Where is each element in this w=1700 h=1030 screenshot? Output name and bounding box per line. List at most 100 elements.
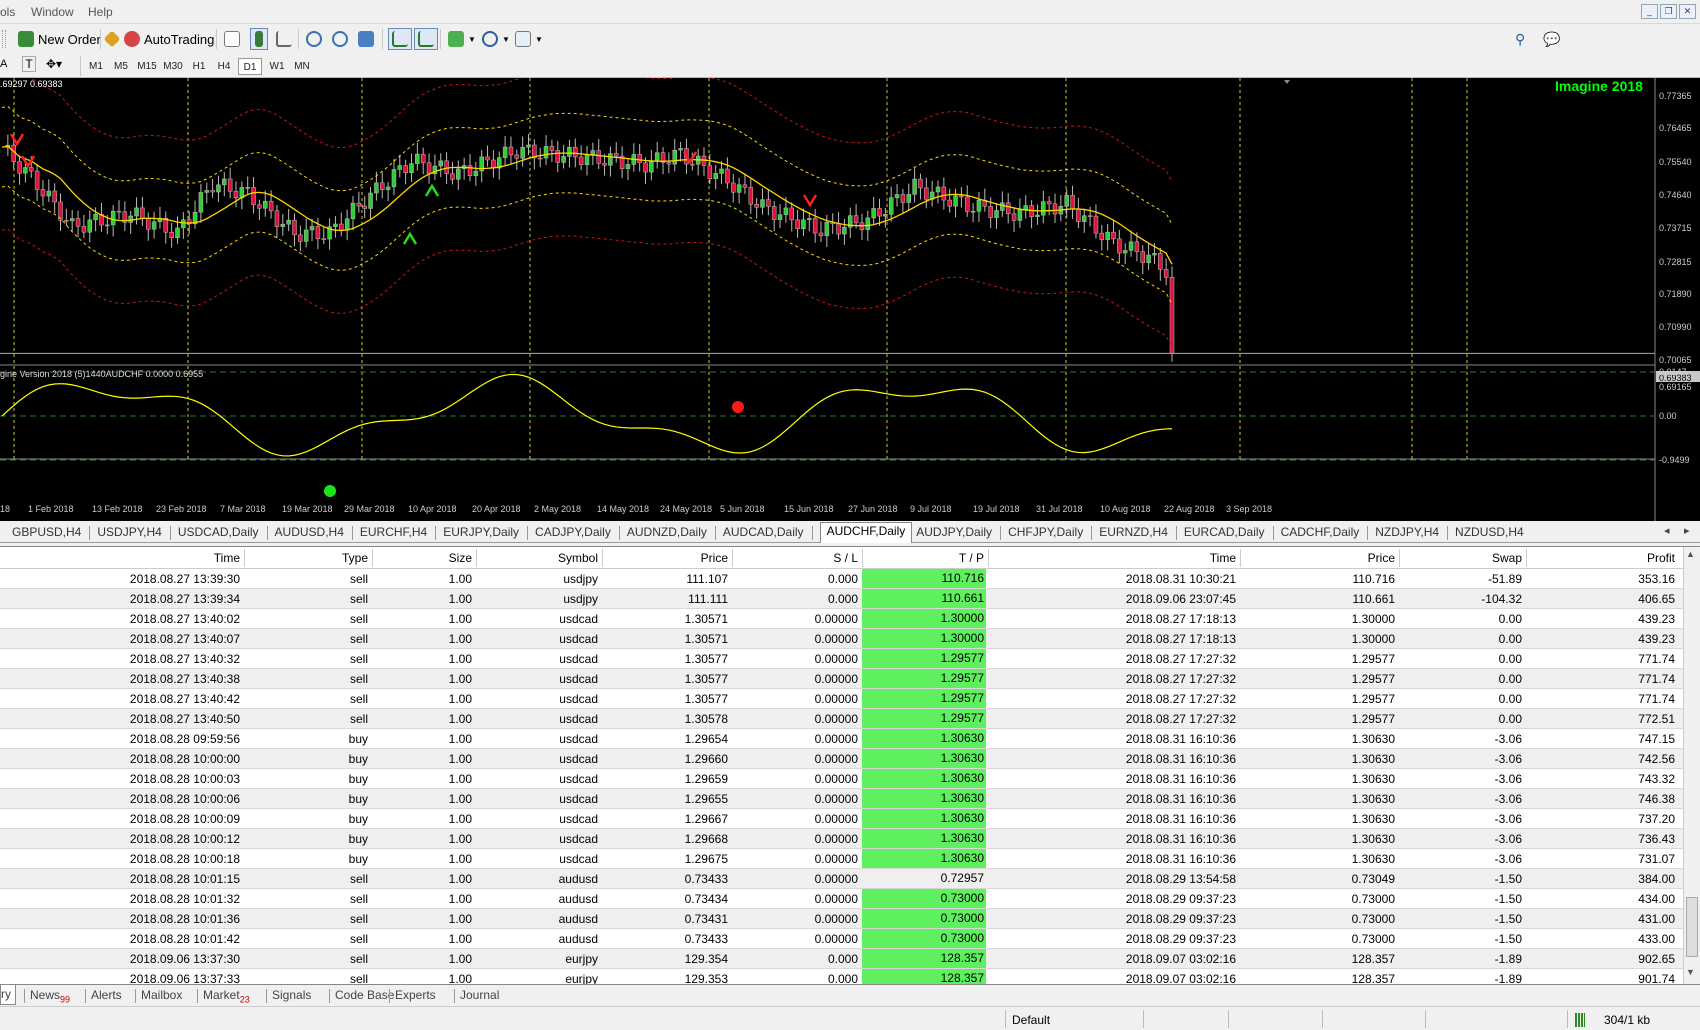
table-row[interactable]: 1.30630 2018.08.28 10:00:06 buy 1.00 usdcad 1… bbox=[0, 789, 1683, 809]
column-header[interactable]: Time bbox=[1210, 551, 1236, 565]
chart-tab[interactable]: CHFJPY,Daily bbox=[1008, 524, 1083, 542]
tile-windows-button[interactable] bbox=[358, 28, 378, 50]
chart-tab[interactable]: EURNZD,H4 bbox=[1099, 524, 1168, 542]
zoom-in-button[interactable] bbox=[306, 28, 326, 50]
table-row[interactable]: 1.29577 2018.08.27 13:40:38 sell 1.00 usdcad… bbox=[0, 669, 1683, 689]
search-button[interactable]: ⚲ bbox=[1515, 28, 1525, 50]
terminal-tab[interactable]: Mailbox bbox=[141, 988, 182, 1002]
arrows-icon[interactable]: ✥▾ bbox=[46, 57, 62, 71]
chart-tab[interactable]: EURCAD,Daily bbox=[1184, 524, 1265, 542]
table-row[interactable]: 110.661 2018.08.27 13:39:34 sell 1.00 usdjpy… bbox=[0, 589, 1683, 609]
table-row[interactable]: 110.716 2018.08.27 13:39:30 sell 1.00 usdjpy… bbox=[0, 569, 1683, 589]
table-row[interactable]: 1.30630 2018.08.28 10:00:09 buy 1.00 usdcad 1… bbox=[0, 809, 1683, 829]
table-row[interactable]: 1.30630 2018.08.28 09:59:56 buy 1.00 usdcad 1… bbox=[0, 729, 1683, 749]
metaeditor-button[interactable] bbox=[103, 28, 122, 50]
scroll-down-icon[interactable]: ▼ bbox=[1686, 967, 1695, 977]
table-row[interactable]: 1.29577 2018.08.27 13:40:42 sell 1.00 usdcad… bbox=[0, 689, 1683, 709]
timeframe-m5[interactable]: M5 bbox=[109, 58, 133, 75]
candle-body bbox=[502, 146, 508, 158]
minimize-icon[interactable]: _ bbox=[1641, 4, 1658, 19]
terminal-tab[interactable]: Journal bbox=[460, 988, 499, 1002]
line-chart-button[interactable] bbox=[276, 28, 296, 50]
zoom-out-button[interactable] bbox=[332, 28, 352, 50]
table-row[interactable]: 1.30000 2018.08.27 13:40:07 sell 1.00 usdcad… bbox=[0, 629, 1683, 649]
timeframe-mn[interactable]: MN bbox=[290, 58, 314, 75]
timeframe-d1[interactable]: D1 bbox=[238, 58, 262, 75]
scroll-up-icon[interactable]: ▲ bbox=[1686, 549, 1695, 559]
chart-tab[interactable]: AUDCAD,Daily bbox=[723, 524, 804, 542]
chart-shift-button[interactable] bbox=[388, 28, 412, 50]
price-chart[interactable]: 0.77365 0.76465 0.75540 0.74640 0.73715 0.728… bbox=[0, 78, 1700, 521]
chart-tab[interactable]: NZDUSD,H4 bbox=[1455, 524, 1524, 542]
column-header[interactable]: Size bbox=[449, 551, 472, 565]
text-tool-icon[interactable]: A bbox=[0, 58, 7, 70]
menu-item-window[interactable]: Window bbox=[31, 5, 74, 19]
chart-tab[interactable]: USDCAD,Daily bbox=[178, 524, 259, 542]
table-row[interactable]: 1.30630 2018.08.28 10:00:03 buy 1.00 usdcad 1… bbox=[0, 769, 1683, 789]
column-header[interactable]: Price bbox=[701, 551, 728, 565]
column-header[interactable]: S / L bbox=[833, 551, 858, 565]
bar-chart-button[interactable] bbox=[224, 28, 244, 50]
terminal-tab[interactable]: Alerts bbox=[91, 988, 122, 1002]
table-row[interactable]: 1.30000 2018.08.27 13:40:02 sell 1.00 usdcad… bbox=[0, 609, 1683, 629]
chart-tab[interactable]: AUDCHF,Daily bbox=[819, 522, 913, 543]
terminal-tab[interactable]: News99 bbox=[30, 988, 70, 1004]
column-header[interactable]: Type bbox=[342, 551, 368, 565]
terminal-tab[interactable]: Signals bbox=[272, 988, 311, 1002]
terminal-tab[interactable]: Experts bbox=[395, 988, 436, 1002]
tab-scroll-right-icon[interactable]: ▸ bbox=[1684, 524, 1690, 537]
timeframe-m1[interactable]: M1 bbox=[84, 58, 108, 75]
close-icon[interactable]: ✕ bbox=[1679, 4, 1696, 19]
table-row[interactable]: 1.30630 2018.08.28 10:00:00 buy 1.00 usdcad 1… bbox=[0, 749, 1683, 769]
timeframe-w1[interactable]: W1 bbox=[265, 58, 289, 75]
table-row[interactable]: 0.72957 2018.08.28 10:01:15 sell 1.00 audusd… bbox=[0, 869, 1683, 889]
chart-tab[interactable]: AUDJPY,Daily bbox=[916, 524, 992, 542]
terminal-tab[interactable]: Code Base bbox=[335, 988, 394, 1002]
table-row[interactable]: 1.30630 2018.08.28 10:00:18 buy 1.00 usdcad 1… bbox=[0, 849, 1683, 869]
indicators-button[interactable]: ▼ bbox=[448, 28, 476, 50]
chart-tab[interactable]: EURJPY,Daily bbox=[443, 524, 519, 542]
chart-tab[interactable]: CADCHF,Daily bbox=[1281, 524, 1360, 542]
column-header[interactable]: Profit bbox=[1647, 551, 1675, 565]
periods-button[interactable]: ▼ bbox=[482, 28, 510, 50]
timeframe-h4[interactable]: H4 bbox=[212, 58, 236, 75]
column-header[interactable]: Swap bbox=[1492, 551, 1522, 565]
table-row[interactable]: 0.73000 2018.08.28 10:01:32 sell 1.00 audusd… bbox=[0, 889, 1683, 909]
restore-icon[interactable]: ❐ bbox=[1660, 4, 1677, 19]
table-row[interactable]: 1.29577 2018.08.27 13:40:32 sell 1.00 usdcad… bbox=[0, 649, 1683, 669]
templates-button[interactable]: ▼ bbox=[515, 28, 543, 50]
chart-tab[interactable]: USDJPY,H4 bbox=[97, 524, 161, 542]
table-row[interactable]: 0.73000 2018.08.28 10:01:42 sell 1.00 audusd… bbox=[0, 929, 1683, 949]
table-row[interactable]: 128.357 2018.09.06 13:37:30 sell 1.00 eurjpy… bbox=[0, 949, 1683, 969]
column-header[interactable]: Price bbox=[1368, 551, 1395, 565]
column-header[interactable]: Time bbox=[214, 551, 240, 565]
chart-tab[interactable]: EURCHF,H4 bbox=[360, 524, 427, 542]
menu-item-help[interactable]: Help bbox=[88, 5, 113, 19]
scroll-thumb[interactable] bbox=[1686, 897, 1698, 957]
chart-tab[interactable]: AUDNZD,Daily bbox=[627, 524, 707, 542]
chart-tab[interactable]: AUDUSD,H4 bbox=[275, 524, 344, 542]
table-row[interactable]: 1.30630 2018.08.28 10:00:12 buy 1.00 usdcad 1… bbox=[0, 829, 1683, 849]
tab-scroll-left-icon[interactable]: ◂ bbox=[1664, 524, 1670, 537]
timeframe-m15[interactable]: M15 bbox=[135, 58, 159, 75]
menu-item-tools[interactable]: ols bbox=[0, 5, 15, 19]
chart-tab[interactable]: CADJPY,Daily bbox=[535, 524, 611, 542]
new-order-button[interactable]: New Order bbox=[18, 28, 101, 50]
candlestick-chart-button[interactable] bbox=[250, 28, 268, 50]
chart-canvas[interactable]: 0.77365 0.76465 0.75540 0.74640 0.73715 0.728… bbox=[0, 78, 1700, 521]
autotrading-button[interactable]: AutoTrading bbox=[124, 28, 214, 50]
column-header[interactable]: T / P bbox=[959, 551, 984, 565]
chart-tab[interactable]: GBPUSD,H4 bbox=[12, 524, 81, 542]
chat-button[interactable]: 💬 bbox=[1543, 28, 1560, 50]
table-row[interactable]: 0.73000 2018.08.28 10:01:36 sell 1.00 audusd… bbox=[0, 909, 1683, 929]
terminal-tab[interactable]: Market23 bbox=[203, 988, 250, 1004]
chart-tab[interactable]: NZDJPY,H4 bbox=[1375, 524, 1439, 542]
timeframe-h1[interactable]: H1 bbox=[187, 58, 211, 75]
timeframe-m30[interactable]: M30 bbox=[161, 58, 185, 75]
vertical-scrollbar[interactable]: ▲ ▼ bbox=[1683, 547, 1700, 985]
auto-scroll-button[interactable] bbox=[414, 28, 438, 50]
text-label-icon[interactable]: T bbox=[22, 56, 36, 72]
table-row[interactable]: 1.29577 2018.08.27 13:40:50 sell 1.00 usdcad… bbox=[0, 709, 1683, 729]
column-header[interactable]: Symbol bbox=[558, 551, 598, 565]
terminal-tab[interactable]: ry bbox=[0, 985, 16, 1005]
